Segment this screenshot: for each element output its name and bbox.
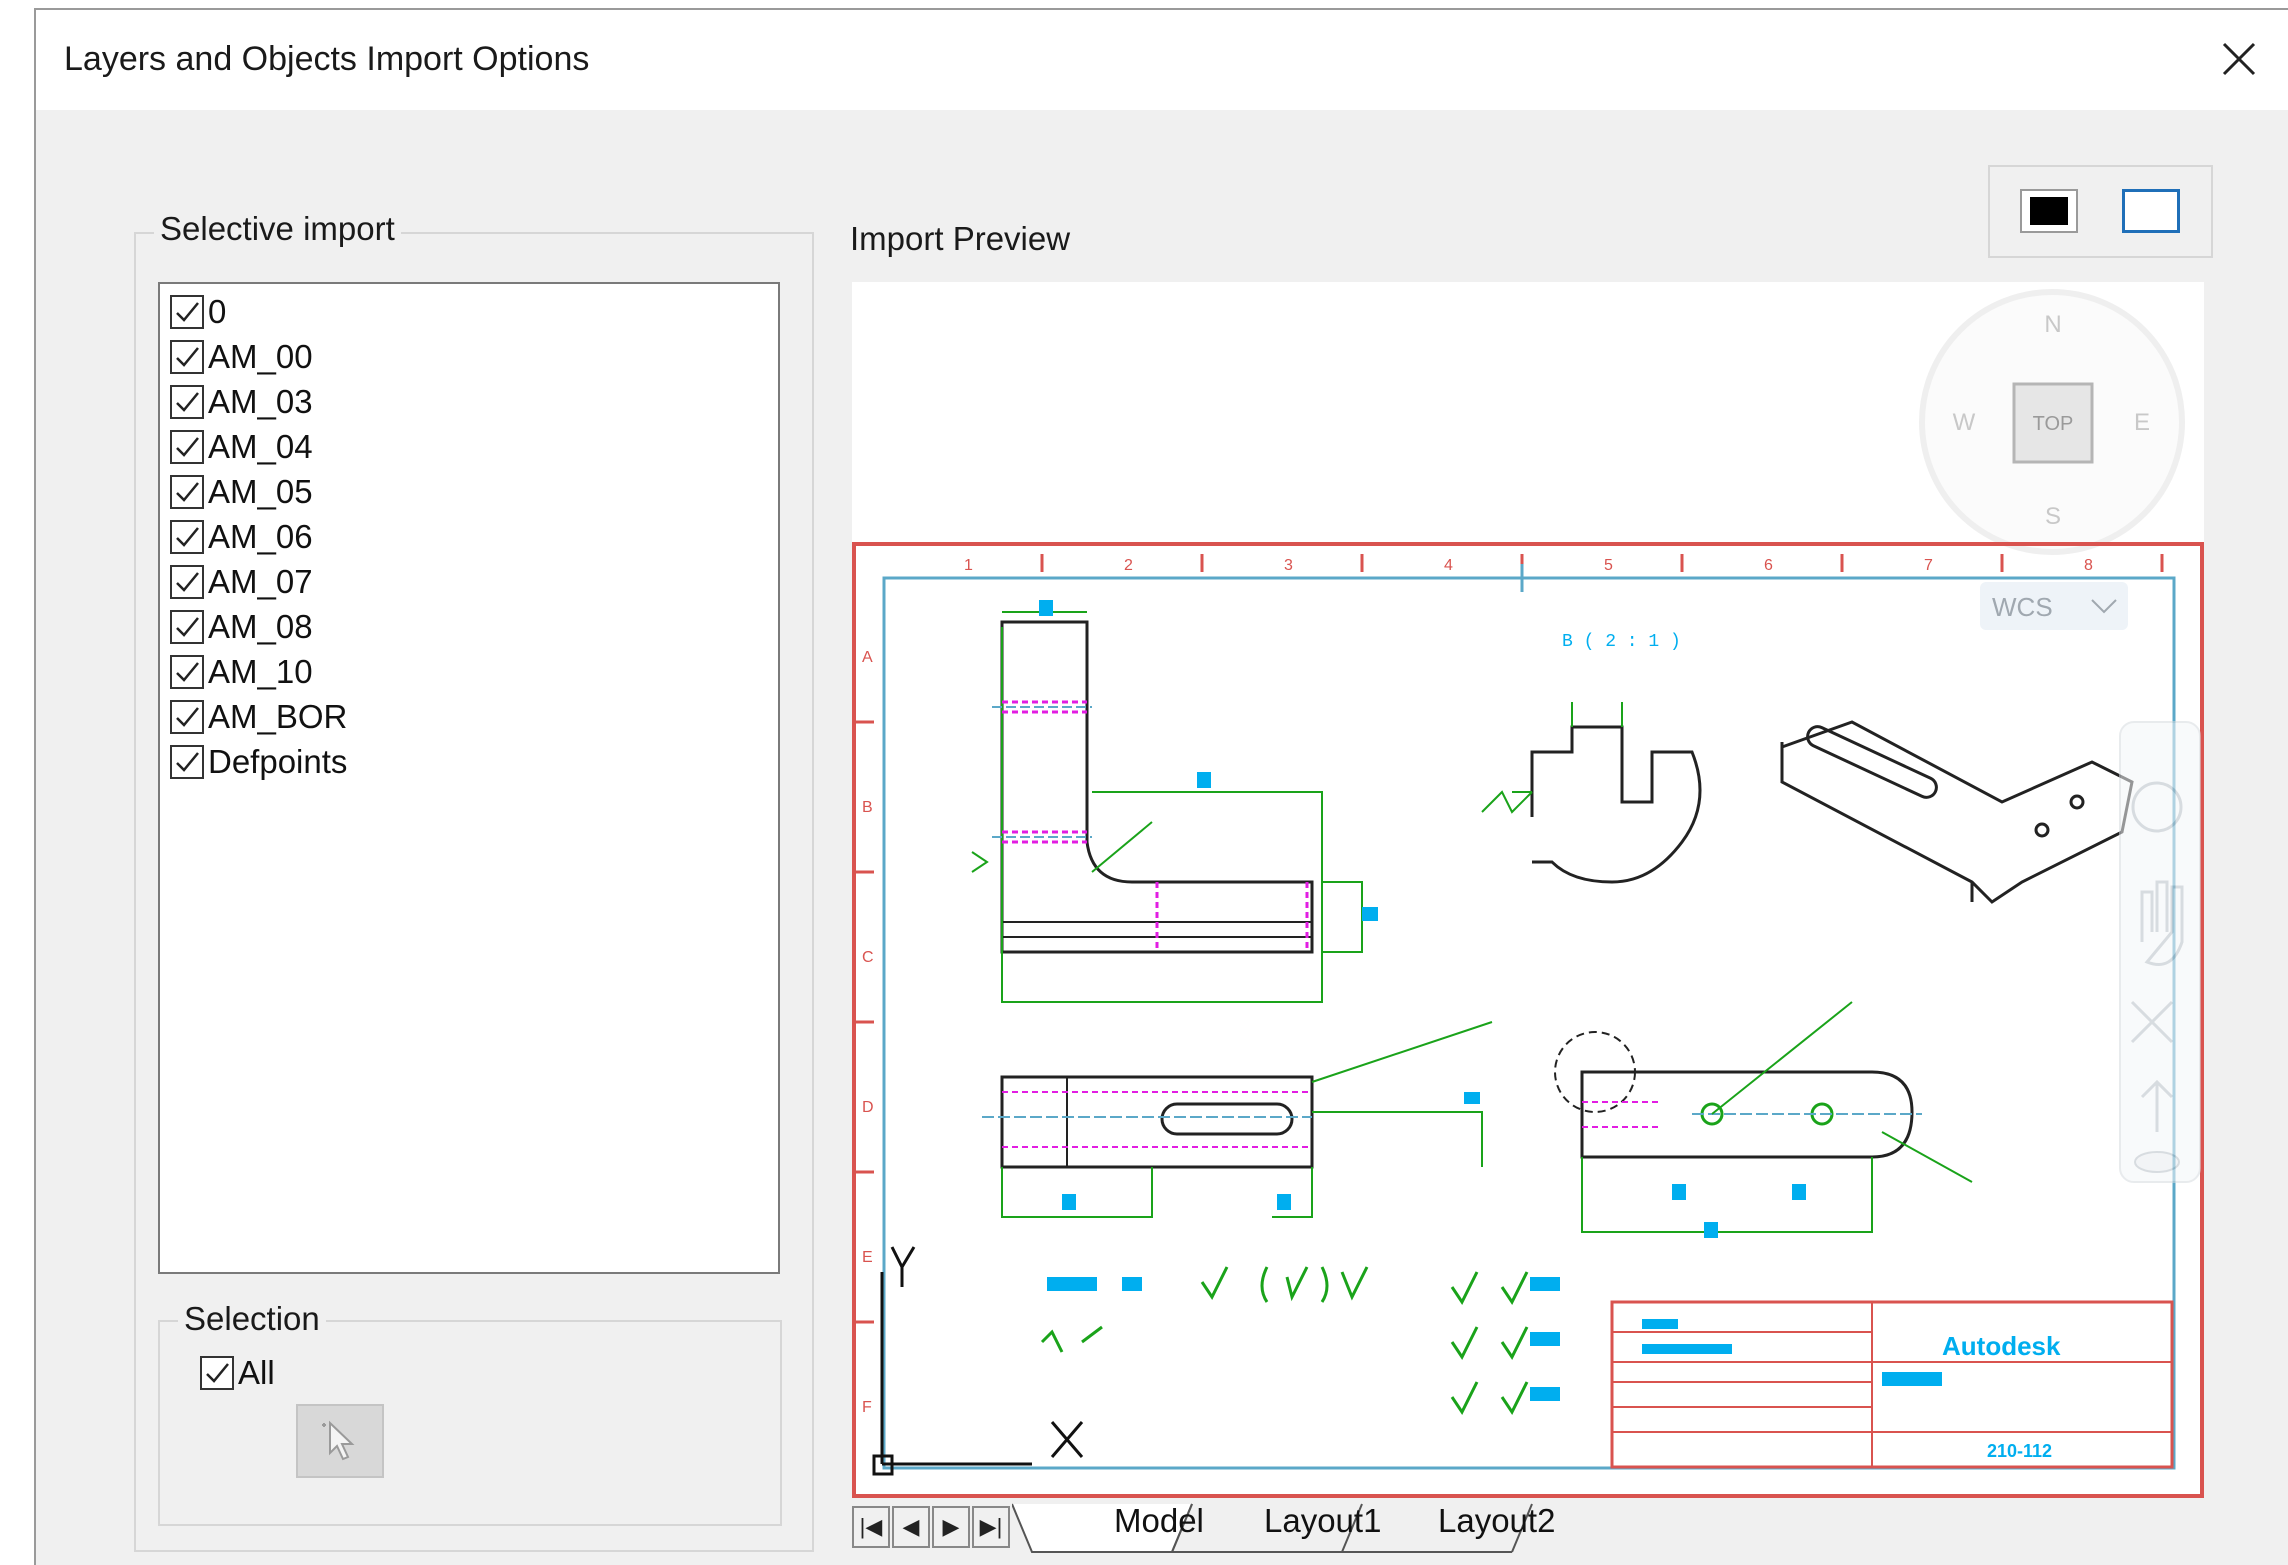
svg-text:F: F bbox=[862, 1399, 872, 1416]
layer-checkbox[interactable] bbox=[170, 700, 204, 734]
import-preview-canvas[interactable]: TOP N S W E 1 2 3 4 5 6 7 8 A B C D E F … bbox=[852, 282, 2204, 1498]
layer-list-item[interactable]: AM_10 bbox=[170, 652, 313, 692]
layer-list-item[interactable]: AM_00 bbox=[170, 337, 313, 377]
import-preview-label: Import Preview bbox=[850, 220, 1071, 257]
layer-checkbox[interactable] bbox=[170, 295, 204, 329]
layer-list-item[interactable]: AM_04 bbox=[170, 427, 313, 467]
front-view bbox=[1554, 1001, 1973, 1238]
l-bracket-side-view bbox=[971, 600, 1378, 1003]
layer-checkbox[interactable] bbox=[170, 475, 204, 509]
tab-model[interactable]: Model bbox=[1114, 1502, 1204, 1540]
selective-import-label: Selective import bbox=[154, 210, 401, 248]
viewcube-west: W bbox=[1953, 409, 1976, 436]
background-toggle-group bbox=[1988, 165, 2213, 258]
viewcube[interactable]: TOP N S W E bbox=[1919, 289, 2185, 555]
layer-list-item[interactable]: AM_08 bbox=[170, 607, 313, 647]
isometric-view bbox=[1780, 720, 2134, 904]
layer-list[interactable]: 0 AM_00 AM_03 AM_04 AM_05 AM_06 AM_07 AM_08 AM_1… bbox=[158, 282, 780, 1274]
svg-text:4: 4 bbox=[1444, 557, 1453, 574]
cursor-icon bbox=[322, 1420, 355, 1461]
last-tab-button[interactable]: ▶| bbox=[972, 1506, 1010, 1548]
layer-name: AM_07 bbox=[208, 563, 313, 600]
layer-name: AM_03 bbox=[208, 383, 313, 420]
layer-name: AM_10 bbox=[208, 653, 313, 690]
layer-checkbox[interactable] bbox=[170, 340, 204, 374]
layer-name: AM_04 bbox=[208, 428, 313, 465]
title-block-code: 210-112 bbox=[1987, 1441, 2052, 1461]
select-objects-button[interactable] bbox=[296, 1404, 384, 1478]
viewcube-east: E bbox=[2134, 409, 2150, 436]
layer-name: AM_06 bbox=[208, 518, 313, 555]
layer-list-item[interactable]: 0 bbox=[170, 292, 226, 332]
svg-text:5: 5 bbox=[1604, 557, 1613, 574]
svg-text:8: 8 bbox=[2084, 557, 2093, 574]
title-block: Autodesk 210-112 bbox=[1610, 1300, 2174, 1469]
prev-tab-button[interactable]: ◀ bbox=[892, 1506, 930, 1548]
ruler-top: 1 2 3 4 5 6 7 8 bbox=[964, 557, 2093, 574]
drawing-preview: TOP N S W E 1 2 3 4 5 6 7 8 A B C D E F … bbox=[852, 289, 2204, 1498]
svg-text:C: C bbox=[862, 949, 874, 966]
slot-plan-view bbox=[982, 1021, 1493, 1218]
layer-name: AM_BOR bbox=[208, 698, 348, 735]
viewcube-south: S bbox=[2045, 503, 2061, 530]
layout-tabs: |◀ ◀ ▶ ▶| Model Layout1 Layout2 bbox=[852, 1500, 1952, 1560]
svg-text:6: 6 bbox=[1764, 557, 1773, 574]
detail-label: B ( 2 : 1 ) bbox=[1562, 632, 1681, 652]
selection-label: Selection bbox=[178, 1300, 326, 1338]
navigation-bar[interactable] bbox=[2119, 721, 2201, 1183]
title-block-brand: Autodesk bbox=[1942, 1331, 2061, 1361]
layer-name: AM_08 bbox=[208, 608, 313, 645]
layer-checkbox[interactable] bbox=[170, 430, 204, 464]
tab-layout1[interactable]: Layout1 bbox=[1264, 1502, 1381, 1540]
svg-text:2: 2 bbox=[1124, 557, 1133, 574]
selection-group bbox=[158, 1320, 782, 1526]
layer-list-item[interactable]: AM_07 bbox=[170, 562, 313, 602]
layer-checkbox[interactable] bbox=[170, 610, 204, 644]
next-tab-button[interactable]: ▶ bbox=[932, 1506, 970, 1548]
viewcube-north: N bbox=[2044, 311, 2061, 338]
layer-name: 0 bbox=[208, 293, 227, 330]
tab-layout2[interactable]: Layout2 bbox=[1438, 1502, 1555, 1540]
layer-list-item[interactable]: Defpoints bbox=[170, 742, 347, 782]
layer-list-item[interactable]: AM_03 bbox=[170, 382, 313, 422]
import-options-dialog: Layers and Objects Import Options Select… bbox=[34, 8, 2288, 1565]
layer-checkbox[interactable] bbox=[170, 385, 204, 419]
layer-list-item[interactable]: AM_06 bbox=[170, 517, 313, 557]
svg-text:B: B bbox=[862, 799, 873, 816]
layer-list-item[interactable]: AM_BOR bbox=[170, 697, 347, 737]
svg-text:1: 1 bbox=[964, 557, 973, 574]
svg-text:A: A bbox=[862, 649, 873, 666]
select-all-checkbox[interactable]: All bbox=[200, 1353, 275, 1393]
svg-text:E: E bbox=[862, 1249, 873, 1266]
layer-name: AM_00 bbox=[208, 338, 313, 375]
detail-b-view: B ( 2 : 1 ) bbox=[1481, 632, 1702, 884]
svg-text:D: D bbox=[862, 1099, 874, 1116]
dark-background-button[interactable] bbox=[2020, 189, 2078, 233]
svg-text:7: 7 bbox=[1924, 557, 1933, 574]
layer-checkbox[interactable] bbox=[170, 745, 204, 779]
wcs-label: WCS bbox=[1992, 592, 2053, 622]
first-tab-button[interactable]: |◀ bbox=[852, 1506, 890, 1548]
layer-checkbox[interactable] bbox=[170, 520, 204, 554]
close-icon[interactable] bbox=[2212, 32, 2266, 86]
layer-name: Defpoints bbox=[208, 743, 348, 780]
surface-symbols bbox=[1040, 1266, 1560, 1415]
title-bar: Layers and Objects Import Options bbox=[36, 10, 2288, 110]
layer-name: AM_05 bbox=[208, 473, 313, 510]
layer-list-item[interactable]: AM_05 bbox=[170, 472, 313, 512]
light-background-button[interactable] bbox=[2122, 189, 2180, 233]
viewcube-face: TOP bbox=[2033, 413, 2074, 435]
svg-text:3: 3 bbox=[1284, 557, 1293, 574]
wcs-menu[interactable]: WCS bbox=[1980, 582, 2128, 630]
layer-checkbox[interactable] bbox=[170, 565, 204, 599]
layer-checkbox[interactable] bbox=[170, 655, 204, 689]
dialog-title: Layers and Objects Import Options bbox=[64, 40, 590, 78]
select-all-label: All bbox=[238, 1354, 275, 1391]
checkbox[interactable] bbox=[200, 1356, 234, 1390]
ruler-side: A B C D E F bbox=[862, 649, 874, 1416]
